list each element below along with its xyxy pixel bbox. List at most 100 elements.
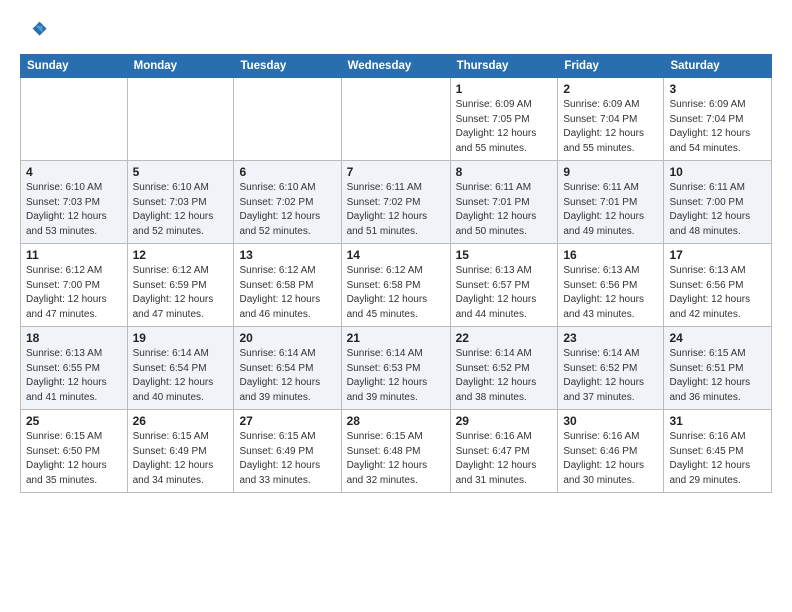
day-info: Sunrise: 6:12 AM Sunset: 6:59 PM Dayligh… (133, 264, 229, 322)
day-info: Sunrise: 6:14 AM Sunset: 6:52 PM Dayligh… (563, 347, 658, 405)
day-number: 17 (669, 248, 766, 262)
day-info: Sunrise: 6:12 AM Sunset: 6:58 PM Dayligh… (347, 264, 445, 322)
calendar-cell: 9 Sunrise: 6:11 AM Sunset: 7:01 PM Daylig… (558, 161, 664, 244)
calendar-table: SundayMondayTuesdayWednesdayThursdayFrid… (20, 54, 772, 493)
day-info: Sunrise: 6:09 AM Sunset: 7:05 PM Dayligh… (456, 98, 553, 156)
calendar-cell: 13 Sunrise: 6:12 AM Sunset: 6:58 PM Dayli… (234, 244, 341, 327)
calendar-cell: 23 Sunrise: 6:14 AM Sunset: 6:52 PM Dayli… (558, 327, 664, 410)
calendar-cell (234, 78, 341, 161)
day-number: 9 (563, 165, 658, 179)
day-info: Sunrise: 6:15 AM Sunset: 6:49 PM Dayligh… (133, 430, 229, 488)
day-number: 31 (669, 414, 766, 428)
calendar-week-row: 25Sunrise: 6:15 AM Sunset: 6:50 PM Dayli… (21, 410, 772, 493)
day-number: 28 (347, 414, 445, 428)
day-number: 15 (456, 248, 553, 262)
day-info: Sunrise: 6:12 AM Sunset: 6:58 PM Dayligh… (239, 264, 335, 322)
day-number: 29 (456, 414, 553, 428)
calendar-cell: 24Sunrise: 6:15 AM Sunset: 6:51 PM Dayli… (664, 327, 772, 410)
calendar-day-header: Wednesday (341, 55, 450, 78)
day-number: 25 (26, 414, 122, 428)
day-number: 16 (563, 248, 658, 262)
day-info: Sunrise: 6:10 AM Sunset: 7:03 PM Dayligh… (133, 181, 229, 239)
day-number: 21 (347, 331, 445, 345)
day-info: Sunrise: 6:14 AM Sunset: 6:54 PM Dayligh… (133, 347, 229, 405)
day-info: Sunrise: 6:11 AM Sunset: 7:00 PM Dayligh… (669, 181, 766, 239)
day-number: 19 (133, 331, 229, 345)
day-number: 23 (563, 331, 658, 345)
calendar-cell: 4 Sunrise: 6:10 AM Sunset: 7:03 PM Daylig… (21, 161, 128, 244)
calendar-day-header: Saturday (664, 55, 772, 78)
calendar-cell: 19 Sunrise: 6:14 AM Sunset: 6:54 PM Dayli… (127, 327, 234, 410)
day-info: Sunrise: 6:15 AM Sunset: 6:49 PM Dayligh… (239, 430, 335, 488)
day-number: 3 (669, 82, 766, 96)
calendar-cell: 26 Sunrise: 6:15 AM Sunset: 6:49 PM Dayli… (127, 410, 234, 493)
calendar-cell: 10 Sunrise: 6:11 AM Sunset: 7:00 PM Dayli… (664, 161, 772, 244)
calendar-week-row: 4 Sunrise: 6:10 AM Sunset: 7:03 PM Daylig… (21, 161, 772, 244)
day-number: 11 (26, 248, 122, 262)
day-info: Sunrise: 6:09 AM Sunset: 7:04 PM Dayligh… (563, 98, 658, 156)
day-number: 14 (347, 248, 445, 262)
day-info: Sunrise: 6:14 AM Sunset: 6:54 PM Dayligh… (239, 347, 335, 405)
day-number: 5 (133, 165, 229, 179)
page: SundayMondayTuesdayWednesdayThursdayFrid… (0, 0, 792, 509)
day-info: Sunrise: 6:12 AM Sunset: 7:00 PM Dayligh… (26, 264, 122, 322)
day-info: Sunrise: 6:13 AM Sunset: 6:55 PM Dayligh… (26, 347, 122, 405)
calendar-cell: 16 Sunrise: 6:13 AM Sunset: 6:56 PM Dayli… (558, 244, 664, 327)
day-number: 1 (456, 82, 553, 96)
calendar-cell: 30 Sunrise: 6:16 AM Sunset: 6:46 PM Dayli… (558, 410, 664, 493)
calendar-cell (341, 78, 450, 161)
calendar-day-header: Tuesday (234, 55, 341, 78)
logo (20, 16, 52, 44)
day-number: 22 (456, 331, 553, 345)
calendar-cell: 29 Sunrise: 6:16 AM Sunset: 6:47 PM Dayli… (450, 410, 558, 493)
day-info: Sunrise: 6:11 AM Sunset: 7:01 PM Dayligh… (563, 181, 658, 239)
calendar-week-row: 1 Sunrise: 6:09 AM Sunset: 7:05 PM Daylig… (21, 78, 772, 161)
day-info: Sunrise: 6:10 AM Sunset: 7:03 PM Dayligh… (26, 181, 122, 239)
logo-icon (20, 16, 48, 44)
calendar-cell: 21 Sunrise: 6:14 AM Sunset: 6:53 PM Dayli… (341, 327, 450, 410)
day-number: 2 (563, 82, 658, 96)
day-info: Sunrise: 6:16 AM Sunset: 6:47 PM Dayligh… (456, 430, 553, 488)
day-number: 26 (133, 414, 229, 428)
calendar-cell: 5 Sunrise: 6:10 AM Sunset: 7:03 PM Daylig… (127, 161, 234, 244)
day-info: Sunrise: 6:09 AM Sunset: 7:04 PM Dayligh… (669, 98, 766, 156)
day-number: 13 (239, 248, 335, 262)
day-info: Sunrise: 6:11 AM Sunset: 7:01 PM Dayligh… (456, 181, 553, 239)
day-number: 30 (563, 414, 658, 428)
calendar-header-row: SundayMondayTuesdayWednesdayThursdayFrid… (21, 55, 772, 78)
day-info: Sunrise: 6:13 AM Sunset: 6:56 PM Dayligh… (563, 264, 658, 322)
day-info: Sunrise: 6:15 AM Sunset: 6:51 PM Dayligh… (669, 347, 766, 405)
day-number: 18 (26, 331, 122, 345)
calendar-day-header: Sunday (21, 55, 128, 78)
calendar-cell: 8Sunrise: 6:11 AM Sunset: 7:01 PM Daylig… (450, 161, 558, 244)
calendar-cell: 12Sunrise: 6:12 AM Sunset: 6:59 PM Dayli… (127, 244, 234, 327)
day-info: Sunrise: 6:14 AM Sunset: 6:53 PM Dayligh… (347, 347, 445, 405)
day-number: 4 (26, 165, 122, 179)
calendar-cell: 6Sunrise: 6:10 AM Sunset: 7:02 PM Daylig… (234, 161, 341, 244)
day-number: 10 (669, 165, 766, 179)
day-info: Sunrise: 6:13 AM Sunset: 6:56 PM Dayligh… (669, 264, 766, 322)
day-info: Sunrise: 6:16 AM Sunset: 6:46 PM Dayligh… (563, 430, 658, 488)
calendar-cell: 14 Sunrise: 6:12 AM Sunset: 6:58 PM Dayli… (341, 244, 450, 327)
calendar-cell: 17 Sunrise: 6:13 AM Sunset: 6:56 PM Dayli… (664, 244, 772, 327)
calendar-cell: 7Sunrise: 6:11 AM Sunset: 7:02 PM Daylig… (341, 161, 450, 244)
calendar-cell: 28 Sunrise: 6:15 AM Sunset: 6:48 PM Dayli… (341, 410, 450, 493)
day-info: Sunrise: 6:14 AM Sunset: 6:52 PM Dayligh… (456, 347, 553, 405)
day-info: Sunrise: 6:16 AM Sunset: 6:45 PM Dayligh… (669, 430, 766, 488)
calendar-cell: 3 Sunrise: 6:09 AM Sunset: 7:04 PM Daylig… (664, 78, 772, 161)
day-number: 6 (239, 165, 335, 179)
day-number: 20 (239, 331, 335, 345)
calendar-day-header: Thursday (450, 55, 558, 78)
calendar-cell: 18 Sunrise: 6:13 AM Sunset: 6:55 PM Dayli… (21, 327, 128, 410)
calendar-week-row: 11 Sunrise: 6:12 AM Sunset: 7:00 PM Dayli… (21, 244, 772, 327)
calendar-day-header: Friday (558, 55, 664, 78)
calendar-cell: 25Sunrise: 6:15 AM Sunset: 6:50 PM Dayli… (21, 410, 128, 493)
day-number: 7 (347, 165, 445, 179)
calendar-cell: 1 Sunrise: 6:09 AM Sunset: 7:05 PM Daylig… (450, 78, 558, 161)
calendar-cell: 2 Sunrise: 6:09 AM Sunset: 7:04 PM Daylig… (558, 78, 664, 161)
day-info: Sunrise: 6:15 AM Sunset: 6:48 PM Dayligh… (347, 430, 445, 488)
day-info: Sunrise: 6:13 AM Sunset: 6:57 PM Dayligh… (456, 264, 553, 322)
calendar-cell: 15 Sunrise: 6:13 AM Sunset: 6:57 PM Dayli… (450, 244, 558, 327)
calendar-cell: 11 Sunrise: 6:12 AM Sunset: 7:00 PM Dayli… (21, 244, 128, 327)
calendar-cell (21, 78, 128, 161)
